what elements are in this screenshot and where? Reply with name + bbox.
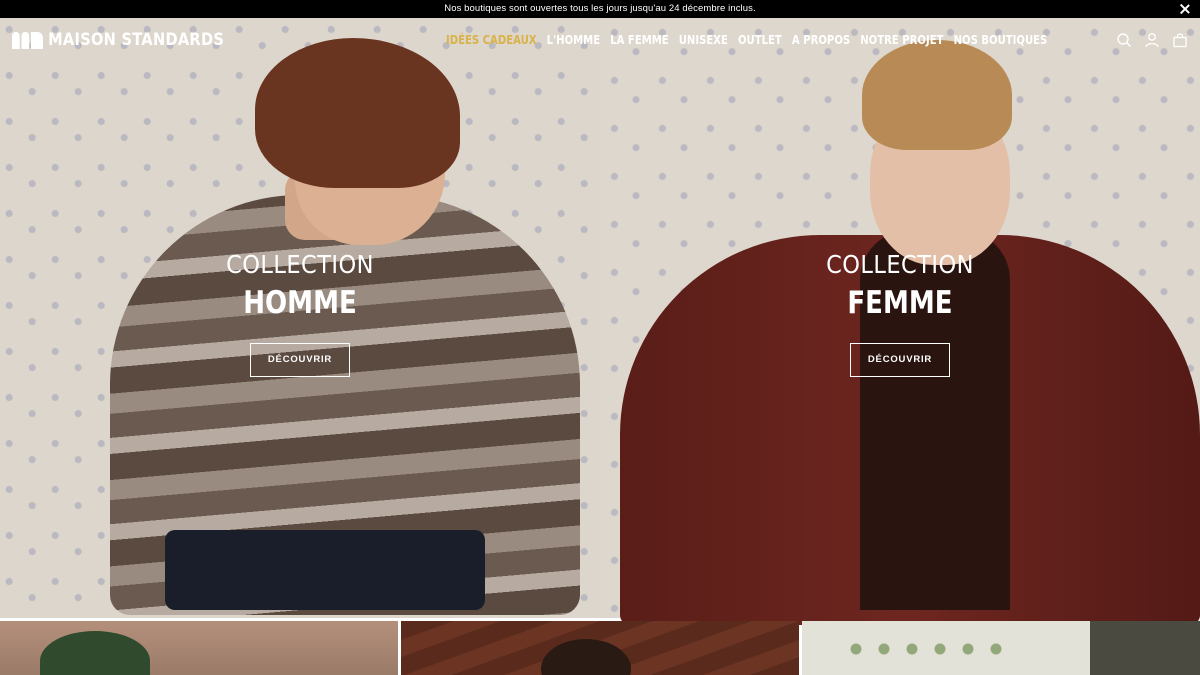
announcement-text: Nos boutiques sont ouvertes tous les jou… <box>444 3 756 14</box>
logo-mark-icon <box>12 31 43 49</box>
man-pants <box>165 530 485 610</box>
nav-item-a-propos[interactable]: A PROPOS <box>792 33 850 47</box>
nav-item-homme[interactable]: L'HOMME <box>547 33 600 47</box>
nav-item-unisexe[interactable]: UNISEXE <box>679 33 728 47</box>
header-icons <box>1116 32 1188 48</box>
brand-name: MAISON STANDARDS <box>48 30 225 50</box>
cart-icon[interactable] <box>1172 32 1188 48</box>
nav-item-nos-boutiques[interactable]: NOS BOUTIQUES <box>954 33 1048 47</box>
caption-femme-title: FEMME <box>847 285 953 321</box>
account-icon[interactable] <box>1144 32 1160 48</box>
caption-femme-line1: COLLECTION <box>826 250 974 279</box>
nav-item-idees-cadeaux[interactable]: IDÉES CADEAUX <box>446 33 537 47</box>
banner-tile-3[interactable] <box>802 621 1200 675</box>
nav-item-notre-projet[interactable]: NOTRE PROJET <box>860 33 943 47</box>
brand-logo[interactable]: MAISON STANDARDS <box>12 30 224 50</box>
close-icon[interactable] <box>1178 2 1192 16</box>
caption-homme-title: HOMME <box>243 285 357 321</box>
decouvrir-homme-button[interactable]: DÉCOUVRIR <box>250 343 350 377</box>
search-icon[interactable] <box>1116 32 1132 48</box>
hero-caption-homme: COLLECTION HOMME DÉCOUVRIR <box>0 250 600 377</box>
site-header: MAISON STANDARDS IDÉES CADEAUX L'HOMME L… <box>0 18 1200 64</box>
secondary-banners <box>0 621 1200 675</box>
caption-homme-line1: COLLECTION <box>226 250 374 279</box>
nav-item-femme[interactable]: LA FEMME <box>610 33 668 47</box>
decouvrir-femme-button[interactable]: DÉCOUVRIR <box>850 343 950 377</box>
hero-caption-femme: COLLECTION FEMME DÉCOUVRIR <box>600 250 1200 377</box>
banner-tile-1[interactable] <box>0 621 398 675</box>
nav-item-outlet[interactable]: OUTLET <box>738 33 782 47</box>
main-nav: IDÉES CADEAUX L'HOMME LA FEMME UNISEXE O… <box>446 33 1047 47</box>
announcement-bar: Nos boutiques sont ouvertes tous les jou… <box>0 0 1200 18</box>
banner-tile-2[interactable] <box>401 621 799 675</box>
